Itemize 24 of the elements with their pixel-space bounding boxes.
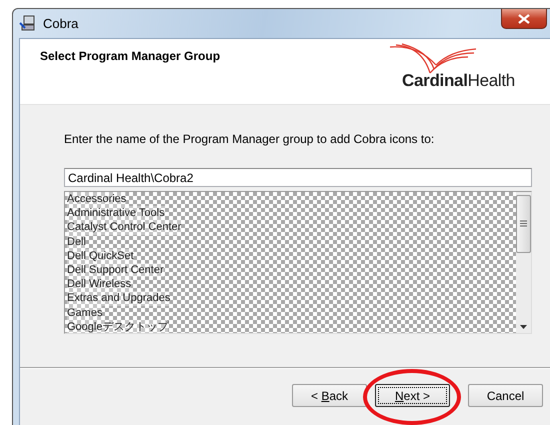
list-item[interactable]: Extras and Upgrades [67,291,170,306]
wizard-button[interactable]: < Back [292,384,367,407]
list-item[interactable]: Accessories [67,192,126,206]
down-arrow-icon[interactable] [520,325,527,329]
computer-icon [19,14,37,32]
wizard-button[interactable]: Cancel [468,384,543,407]
list-item[interactable]: Dell [67,234,86,249]
list-item[interactable]: Dell Support Center [67,263,164,278]
scrollbar[interactable] [516,192,531,333]
close-icon [518,14,530,24]
list-item[interactable]: Games [67,306,102,320]
close-button[interactable] [501,9,547,29]
company-logo: CardinalHealth [402,71,515,91]
list-item[interactable]: Dell Wireless [67,277,132,292]
group-name-field[interactable]: Cardinal Health\Cobra2 [64,168,532,187]
wizard-button[interactable]: Next > [375,384,450,407]
page-heading: Select Program Manager Group [40,49,220,65]
list-item[interactable]: Googleデスクトップ [67,320,168,333]
list-item[interactable]: Administrative Tools [67,206,165,220]
list-item[interactable]: Catalyst Control Center [67,220,182,235]
instruction-text: Enter the name of the Program Manager group to add Cobra icons to: [64,132,436,146]
window-title: Cobra [43,16,78,31]
list-item[interactable]: Dell QuickSet [67,248,134,264]
scroll-thumb[interactable] [516,194,531,252]
